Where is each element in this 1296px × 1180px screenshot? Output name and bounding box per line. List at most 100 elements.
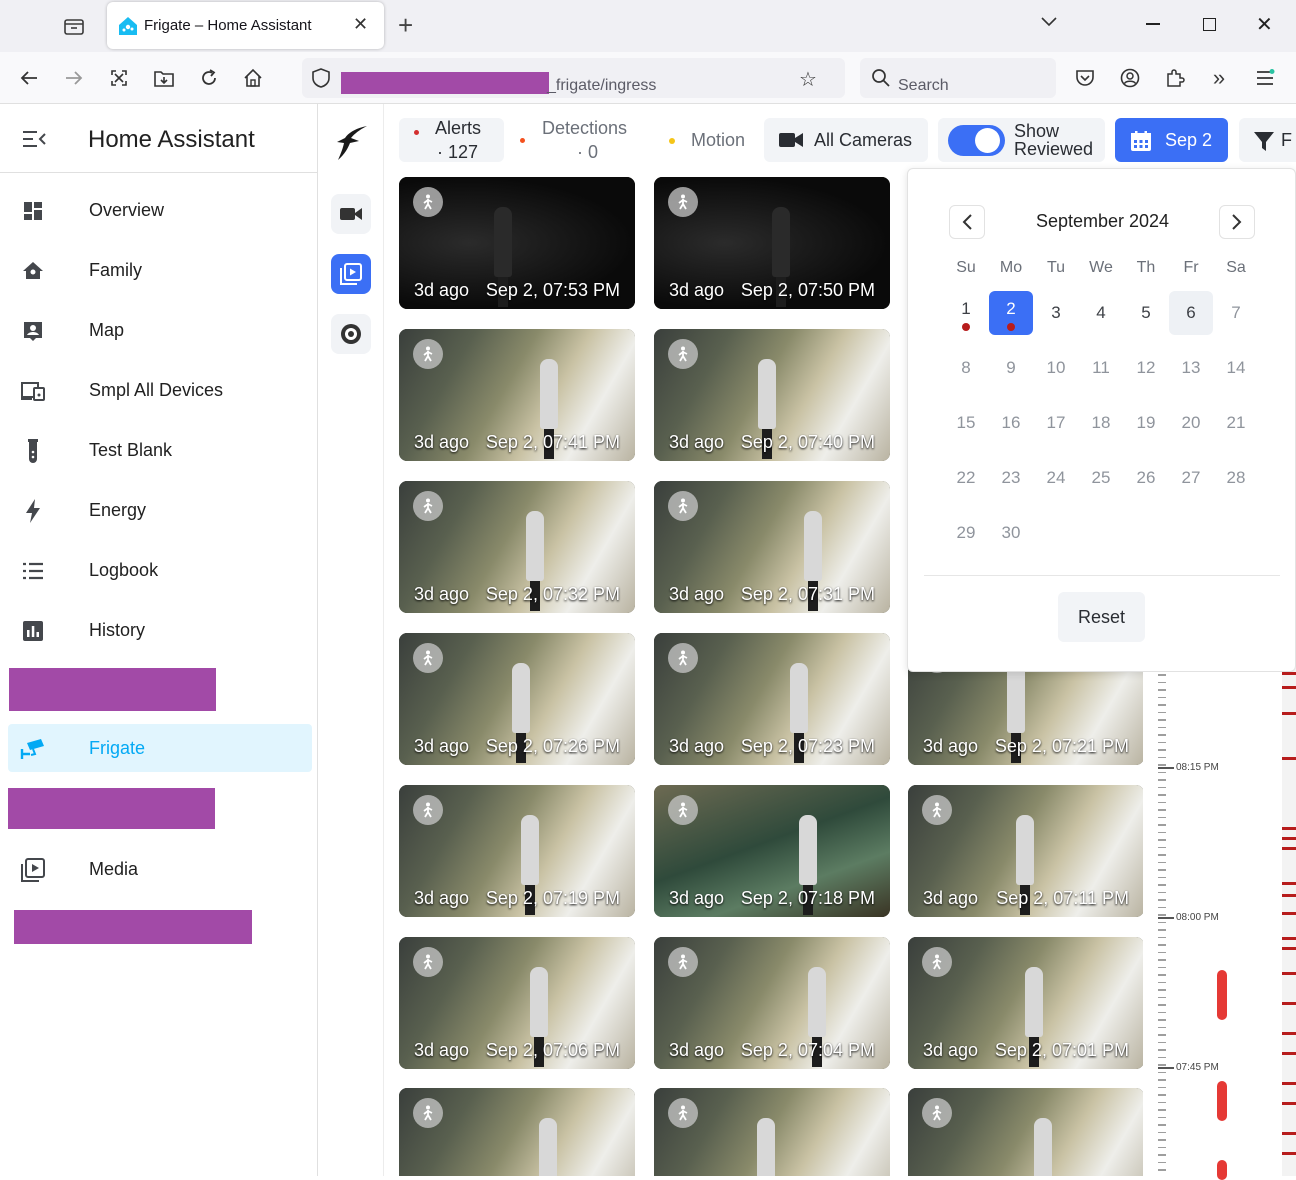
- review-card[interactable]: 3d ago Sep 2, 07:19 PM: [399, 785, 635, 917]
- bookmark-star-icon[interactable]: ☆: [799, 67, 817, 92]
- next-month-button[interactable]: [1219, 205, 1255, 239]
- sidebar-item-logbook[interactable]: Logbook: [8, 546, 312, 594]
- calendar-day[interactable]: 6: [1169, 291, 1213, 335]
- menu-collapse-icon[interactable]: [21, 129, 47, 154]
- review-card[interactable]: 3d ago Sep 2, 07:04 PM: [654, 937, 890, 1069]
- review-card[interactable]: 3d ago Sep 2, 07:18 PM: [654, 785, 890, 917]
- calendar-day[interactable]: 27: [1169, 456, 1213, 500]
- review-card[interactable]: 3d ago Sep 2, 07:40 PM: [654, 329, 890, 461]
- review-card[interactable]: 3d ago Sep 2, 07:50 PM: [654, 177, 890, 309]
- review-time: Sep 2, 07:04 PM: [740, 1040, 875, 1060]
- calendar-day[interactable]: 24: [1034, 456, 1078, 500]
- address-bar[interactable]: _frigate/ingress ☆: [302, 58, 845, 98]
- review-card[interactable]: 3d ago Sep 2, 07:23 PM: [654, 633, 890, 765]
- calendar-day[interactable]: 1: [944, 291, 988, 335]
- review-card[interactable]: [908, 1088, 1144, 1176]
- show-reviewed-switch[interactable]: [948, 125, 1005, 156]
- timeline-minimap[interactable]: [1282, 672, 1296, 1176]
- review-card[interactable]: 3d ago Sep 2, 07:06 PM: [399, 937, 635, 1069]
- calendar-day[interactable]: 18: [1079, 401, 1123, 445]
- calendar-day[interactable]: 4: [1079, 291, 1123, 335]
- calendar-day[interactable]: 22: [944, 456, 988, 500]
- timeline-alert-marker[interactable]: [1217, 1081, 1227, 1121]
- reset-button[interactable]: Reset: [1058, 592, 1145, 642]
- sidebar-item-energy[interactable]: Energy: [8, 486, 312, 534]
- sidebar-item-family[interactable]: Family: [8, 246, 312, 294]
- calendar-day[interactable]: 5: [1124, 291, 1168, 335]
- calendar-day[interactable]: 16: [989, 401, 1033, 445]
- sidebar-item-media[interactable]: Media: [8, 845, 312, 893]
- reload-icon[interactable]: [193, 62, 225, 94]
- calendar-day[interactable]: 14: [1214, 346, 1258, 390]
- calendar-day[interactable]: 11: [1079, 346, 1123, 390]
- calendar-day[interactable]: 17: [1034, 401, 1078, 445]
- forward-arrow-icon[interactable]: [58, 62, 90, 94]
- calendar-day[interactable]: 7: [1214, 291, 1258, 335]
- explore-button[interactable]: [331, 314, 371, 354]
- review-timeline[interactable]: 08:15 PM 08:00 PM 07:45 PM: [1143, 672, 1296, 1180]
- account-icon[interactable]: [1114, 62, 1146, 94]
- calendar-day[interactable]: 8: [944, 346, 988, 390]
- calendar-day[interactable]: 3: [1034, 291, 1078, 335]
- maximize-window-icon[interactable]: [1203, 18, 1216, 31]
- date-picker-label: Sep 2: [1165, 130, 1213, 150]
- motion-label[interactable]: Motion: [691, 130, 745, 151]
- sidebar-item-map[interactable]: Map: [8, 306, 312, 354]
- more-tools-chevrons-icon[interactable]: »: [1203, 62, 1235, 94]
- minimize-window-icon[interactable]: [1146, 23, 1160, 25]
- calendar-day[interactable]: 2: [989, 291, 1033, 335]
- review-card[interactable]: 3d ago Sep 2, 07:31 PM: [654, 481, 890, 613]
- calendar-day[interactable]: 28: [1214, 456, 1258, 500]
- calendar-day[interactable]: 15: [944, 401, 988, 445]
- browser-search-field[interactable]: Search: [860, 58, 1056, 98]
- calendar-day[interactable]: 25: [1079, 456, 1123, 500]
- extensions-puzzle-icon[interactable]: [1159, 62, 1191, 94]
- close-window-icon[interactable]: ✕: [1256, 12, 1273, 37]
- pocket-icon[interactable]: [1069, 62, 1101, 94]
- calendar-day[interactable]: 29: [944, 511, 988, 555]
- detections-label[interactable]: Detections: [542, 118, 627, 139]
- calendar-day[interactable]: 30: [989, 511, 1033, 555]
- tab-overview-icon[interactable]: [58, 10, 90, 42]
- review-card[interactable]: 3d ago Sep 2, 07:53 PM: [399, 177, 635, 309]
- live-view-button[interactable]: [331, 194, 371, 234]
- new-tab-button[interactable]: +: [398, 10, 413, 41]
- calendar-day[interactable]: 19: [1124, 401, 1168, 445]
- screenshot-tool-icon[interactable]: [103, 62, 135, 94]
- calendar-day[interactable]: 13: [1169, 346, 1213, 390]
- review-card[interactable]: [399, 1088, 635, 1176]
- sidebar-item-history[interactable]: History: [8, 606, 312, 654]
- calendar-day[interactable]: 12: [1124, 346, 1168, 390]
- sidebar-item-frigate[interactable]: Frigate: [8, 724, 312, 772]
- browser-tab-active[interactable]: Frigate – Home Assistant ✕: [107, 2, 384, 49]
- review-card[interactable]: 3d ago Sep 2, 07:32 PM: [399, 481, 635, 613]
- all-cameras-button[interactable]: All Cameras: [764, 118, 928, 162]
- review-card[interactable]: [654, 1088, 890, 1176]
- sidebar-item-test-blank[interactable]: Test Blank: [8, 426, 312, 474]
- home-icon[interactable]: [237, 62, 269, 94]
- review-card[interactable]: 3d ago Sep 2, 07:11 PM: [908, 785, 1144, 917]
- review-card[interactable]: 3d ago Sep 2, 07:26 PM: [399, 633, 635, 765]
- sidebar-item-overview[interactable]: Overview: [8, 186, 312, 234]
- timeline-alert-marker[interactable]: [1217, 970, 1227, 1020]
- back-arrow-icon[interactable]: [13, 62, 45, 94]
- review-card[interactable]: 3d ago Sep 2, 07:01 PM: [908, 937, 1144, 1069]
- timeline-alert-marker[interactable]: [1217, 1160, 1227, 1180]
- calendar-day[interactable]: 26: [1124, 456, 1168, 500]
- date-picker-button[interactable]: Sep 2: [1115, 118, 1228, 162]
- sidebar-item-smpl-all-devices[interactable]: Smpl All Devices: [8, 366, 312, 414]
- calendar-day[interactable]: 10: [1034, 346, 1078, 390]
- tracking-shield-icon[interactable]: [312, 68, 330, 93]
- alerts-tab[interactable]: Alerts · 127: [399, 118, 504, 162]
- calendar-day[interactable]: 23: [989, 456, 1033, 500]
- app-menu-icon[interactable]: [1249, 62, 1281, 94]
- calendar-day[interactable]: 20: [1169, 401, 1213, 445]
- filter-button[interactable]: F: [1239, 118, 1296, 162]
- calendar-day[interactable]: 21: [1214, 401, 1258, 445]
- save-to-folder-icon[interactable]: [148, 62, 180, 94]
- close-tab-icon[interactable]: ✕: [353, 14, 368, 35]
- calendar-day[interactable]: 9: [989, 346, 1033, 390]
- review-button[interactable]: [331, 254, 371, 294]
- review-card[interactable]: 3d ago Sep 2, 07:41 PM: [399, 329, 635, 461]
- tab-list-chevron-icon[interactable]: [1040, 14, 1058, 32]
